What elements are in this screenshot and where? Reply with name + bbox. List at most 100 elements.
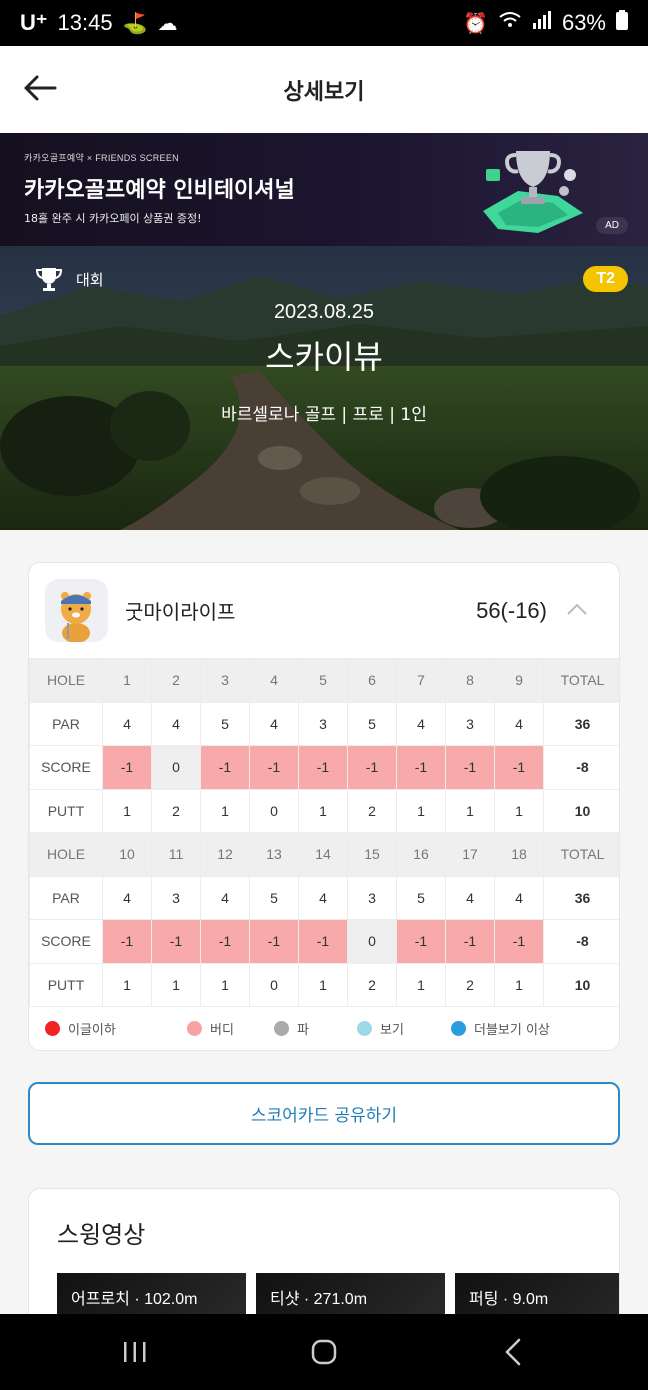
putt-cell: 1	[396, 962, 446, 1007]
par-cell: 4	[249, 701, 299, 746]
hole-cell: 3	[200, 658, 250, 703]
wifi-icon	[498, 11, 522, 35]
hole-cell: 1	[102, 658, 152, 703]
golf-app-icon: ⛳	[122, 12, 148, 35]
recent-apps-icon	[123, 1342, 146, 1362]
par-cell: 4	[151, 701, 201, 746]
score-cell: -1	[200, 919, 250, 964]
collapse-button[interactable]	[565, 597, 589, 621]
hole-cell: 8	[445, 658, 495, 703]
putt-cell: 1	[151, 962, 201, 1007]
score-table: HOLE 1 2 3 4 5 6 7 8 9 TOTAL PAR 4 4 5 4 3 5 4 3 4 36 SCORE -1 0…	[29, 658, 619, 1007]
trophy-icon	[35, 268, 63, 291]
par-cell: 3	[298, 701, 348, 746]
putt-cell: 2	[347, 788, 397, 833]
round-date: 2023.08.25	[273, 301, 375, 323]
score-cell: 0	[347, 919, 397, 964]
par-cell: 5	[200, 701, 250, 746]
status-time: 13:45	[57, 10, 113, 35]
ryan-character-icon	[45, 579, 108, 642]
hole-cell: 2	[151, 658, 201, 703]
score-cell: -1	[396, 745, 446, 790]
arrow-left-icon	[24, 75, 57, 101]
status-left: U⁺ 13:45 ⛳ ☁	[20, 10, 177, 36]
par-cell: 5	[347, 701, 397, 746]
score-cell: -1	[200, 745, 250, 790]
legend-label: 파	[297, 1023, 309, 1038]
share-scorecard-button[interactable]: 스코어카드 공유하기	[28, 1082, 620, 1145]
par-cell: 5	[249, 875, 299, 920]
battery-icon	[616, 10, 628, 36]
hole-cell: 17	[445, 832, 495, 877]
front-hole-row: HOLE 1 2 3 4 5 6 7 8 9 TOTAL	[29, 658, 619, 703]
ad-banner[interactable]: 카카오골프예약 × FRIENDS SCREEN 카카오골프예약 인비테이셔널 …	[0, 133, 648, 246]
system-back-button[interactable]	[483, 1327, 543, 1377]
putt-cell: 1	[200, 962, 250, 1007]
score-cell: -1	[347, 745, 397, 790]
page-title: 상세보기	[283, 79, 365, 105]
total-label: TOTAL	[543, 832, 619, 877]
front-score-row: SCORE -1 0 -1 -1 -1 -1 -1 -1 -1 -8	[29, 745, 619, 790]
putt-cell: 1	[298, 962, 348, 1007]
score-cell: -1	[102, 745, 152, 790]
tier-badge: T2	[583, 266, 628, 292]
back-hole-row: HOLE 10 11 12 13 14 15 16 17 18 TOTAL	[29, 832, 619, 877]
score-cell: -1	[494, 745, 544, 790]
legend-label: 보기	[380, 1023, 404, 1038]
signal-icon	[532, 11, 552, 35]
legend-label: 더블보기 이상	[474, 1023, 550, 1038]
putt-cell: 0	[249, 962, 299, 1007]
par-label: PAR	[29, 875, 103, 920]
par-cell: 3	[445, 701, 495, 746]
chevron-up-icon	[567, 603, 587, 615]
putt-cell: 2	[445, 962, 495, 1007]
battery-percent: 63%	[561, 10, 606, 35]
putt-cell: 1	[200, 788, 250, 833]
score-label: SCORE	[29, 919, 103, 964]
putt-cell: 2	[347, 962, 397, 1007]
score-cell: -1	[298, 919, 348, 964]
hole-cell: 11	[151, 832, 201, 877]
player-row[interactable]: 굿마이라이프 56(-16)	[29, 563, 619, 658]
putt-label: PUTT	[29, 788, 103, 833]
score-cell: -1	[102, 919, 152, 964]
competition-tag: 대회	[34, 266, 104, 292]
putt-cell: 1	[102, 788, 152, 833]
chevron-left-icon	[505, 1338, 521, 1366]
total-label: TOTAL	[543, 658, 619, 703]
par-label: PAR	[29, 701, 103, 746]
legend-dot	[187, 1021, 202, 1036]
hole-cell: 5	[298, 658, 348, 703]
par-cell: 4	[102, 701, 152, 746]
hole-cell: 15	[347, 832, 397, 877]
avatar	[45, 579, 108, 642]
par-cell: 5	[396, 875, 446, 920]
status-right: ⏰ 63%	[463, 10, 628, 36]
score-legend: 이글이하 버디 파 보기 더블보기 이상	[29, 1007, 619, 1050]
score-cell: -1	[445, 745, 495, 790]
legend-item-eagle: 이글이하	[45, 1019, 187, 1038]
legend-item-birdie: 버디	[187, 1019, 274, 1038]
legend-item-bogey: 보기	[357, 1019, 451, 1038]
par-cell: 4	[445, 875, 495, 920]
par-cell: 4	[298, 875, 348, 920]
putt-total-cell: 10	[543, 962, 619, 1007]
back-score-row: SCORE -1 -1 -1 -1 -1 0 -1 -1 -1 -8	[29, 919, 619, 964]
legend-dot	[274, 1021, 289, 1036]
back-button[interactable]	[22, 70, 58, 106]
score-cell: -1	[445, 919, 495, 964]
putt-cell: 1	[445, 788, 495, 833]
hole-cell: 12	[200, 832, 250, 877]
score-cell: -1	[494, 919, 544, 964]
legend-dot	[357, 1021, 372, 1036]
recent-apps-button[interactable]	[105, 1327, 165, 1377]
putt-cell: 0	[249, 788, 299, 833]
home-button[interactable]	[294, 1327, 354, 1377]
home-icon	[311, 1339, 337, 1365]
trophy-illustration	[483, 151, 583, 233]
competition-label: 대회	[76, 270, 104, 289]
legend-label: 이글이하	[68, 1023, 116, 1038]
par-cell: 4	[396, 701, 446, 746]
hole-cell: 14	[298, 832, 348, 877]
hole-label: HOLE	[29, 832, 103, 877]
